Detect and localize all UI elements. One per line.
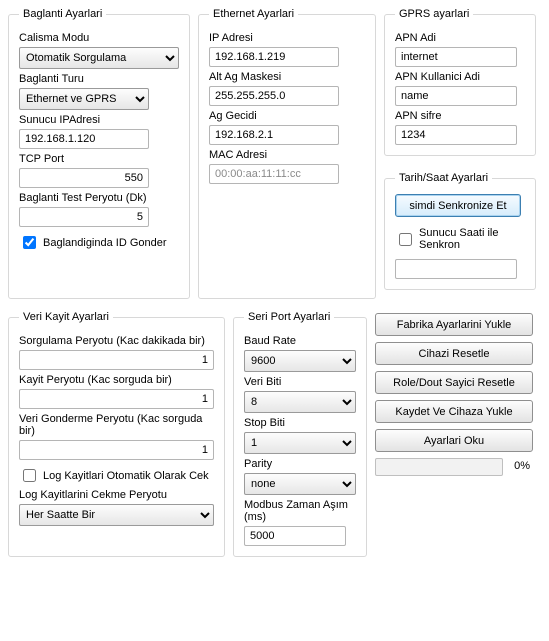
tarih-saat-group: Tarih/Saat Ayarlari simdi Senkronize Et … [384,172,536,290]
baglanti-turu-label: Baglanti Turu [19,73,179,85]
stop-biti-label: Stop Biti [244,417,356,429]
apn-adi-label: APN Adi [395,32,525,44]
id-gonder-label: Baglandiginda ID Gonder [43,237,167,249]
ip-adresi-label: IP Adresi [209,32,365,44]
kaydet-yukle-button[interactable]: Kaydet Ve Cihaza Yukle [375,400,533,423]
gonderme-peryotu-input[interactable] [19,440,214,460]
gprs-ayarlari-group: GPRS ayarlari APN Adi APN Kullanici Adi … [384,8,536,156]
sunucu-ip-input[interactable] [19,129,149,149]
apn-user-label: APN Kullanici Adi [395,71,525,83]
calisma-modu-label: Calisma Modu [19,32,179,44]
veri-biti-label: Veri Biti [244,376,356,388]
log-cek-checkbox[interactable] [23,469,36,482]
gprs-legend: GPRS ayarlari [395,8,473,20]
action-buttons-column: Fabrika Ayarlarini Yukle Cihazi Resetle … [375,311,533,565]
sunucu-ip-label: Sunucu IPAdresi [19,114,179,126]
log-cek-label: Log Kayitlari Otomatik Olarak Cek [43,470,209,482]
seri-legend: Seri Port Ayarlari [244,311,334,323]
id-gonder-checkbox[interactable] [23,236,36,249]
ag-gecidi-input[interactable] [209,125,339,145]
tcp-port-label: TCP Port [19,153,179,165]
mac-adresi-input [209,164,339,184]
seri-port-group: Seri Port Ayarlari Baud Rate 9600 Veri B… [233,311,367,557]
alt-ag-input[interactable] [209,86,339,106]
modbus-timeout-input[interactable] [244,526,346,546]
veri-legend: Veri Kayit Ayarlari [19,311,113,323]
apn-sifre-input[interactable] [395,125,517,145]
tcp-port-input[interactable] [19,168,149,188]
veri-kayit-group: Veri Kayit Ayarlari Sorgulama Peryotu (K… [8,311,225,557]
test-peryotu-label: Baglanti Test Peryotu (Dk) [19,192,179,204]
gonderme-peryotu-label: Veri Gonderme Peryotu (Kac sorguda bir) [19,413,214,437]
tarih-legend: Tarih/Saat Ayarlari [395,172,492,184]
baglanti-ayarlari-group: Baglanti Ayarlari Calisma Modu Otomatik … [8,8,190,299]
sunucu-saati-checkbox[interactable] [399,233,412,246]
mac-adresi-label: MAC Adresi [209,149,365,161]
id-gonder-checkbox-row[interactable]: Baglandiginda ID Gonder [19,233,167,252]
log-peryotu-select[interactable]: Her Saatte Bir [19,504,214,526]
kayit-peryotu-label: Kayit Peryotu (Kac sorguda bir) [19,374,214,386]
cihazi-resetle-button[interactable]: Cihazi Resetle [375,342,533,365]
baglanti-turu-select[interactable]: Ethernet ve GPRS [19,88,149,110]
apn-user-input[interactable] [395,86,517,106]
parity-label: Parity [244,458,356,470]
sunucu-saati-checkbox-row[interactable]: Sunucu Saati ile Senkron [395,227,525,251]
sorgulama-peryotu-label: Sorgulama Peryotu (Kac dakikada bir) [19,335,214,347]
baud-rate-select[interactable]: 9600 [244,350,356,372]
role-dout-resetle-button[interactable]: Role/Dout Sayici Resetle [375,371,533,394]
baud-rate-label: Baud Rate [244,335,356,347]
stop-biti-select[interactable]: 1 [244,432,356,454]
log-cek-checkbox-row[interactable]: Log Kayitlari Otomatik Olarak Cek [19,466,209,485]
alt-ag-label: Alt Ag Maskesi [209,71,365,83]
kayit-peryotu-input[interactable] [19,389,214,409]
tarih-extra-input[interactable] [395,259,517,279]
progress-percent: 0% [514,460,530,472]
ethernet-ayarlari-group: Ethernet Ayarlari IP Adresi Alt Ag Maske… [198,8,376,299]
ag-gecidi-label: Ag Gecidi [209,110,365,122]
parity-select[interactable]: none [244,473,356,495]
ethernet-legend: Ethernet Ayarlari [209,8,298,20]
apn-adi-input[interactable] [395,47,517,67]
ayarlari-oku-button[interactable]: Ayarlari Oku [375,429,533,452]
calisma-modu-select[interactable]: Otomatik Sorgulama [19,47,179,69]
sorgulama-peryotu-input[interactable] [19,350,214,370]
apn-sifre-label: APN sifre [395,110,525,122]
progress-bar: 0% [375,458,503,476]
baglanti-legend: Baglanti Ayarlari [19,8,106,20]
senkronize-et-button[interactable]: simdi Senkronize Et [395,194,521,217]
test-peryotu-input[interactable] [19,207,149,227]
log-peryotu-label: Log Kayitlarini Cekme Peryotu [19,489,214,501]
veri-biti-select[interactable]: 8 [244,391,356,413]
ip-adresi-input[interactable] [209,47,339,67]
sunucu-saati-label: Sunucu Saati ile Senkron [419,227,525,251]
modbus-timeout-label: Modbus Zaman Aşım (ms) [244,499,356,523]
fabrika-ayarlari-button[interactable]: Fabrika Ayarlarini Yukle [375,313,533,336]
